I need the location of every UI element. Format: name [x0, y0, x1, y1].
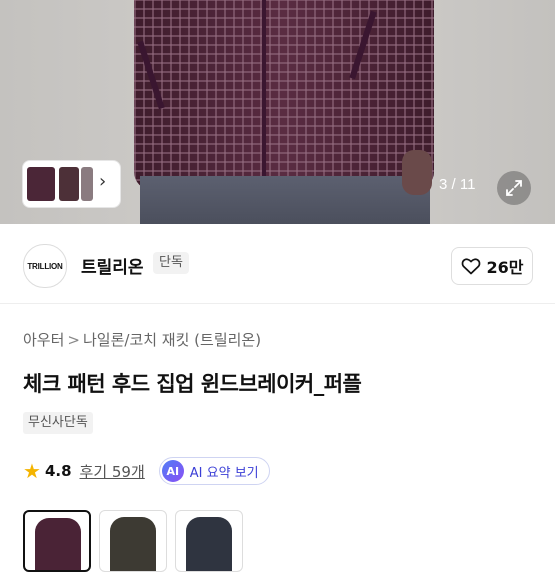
expand-button[interactable] [497, 171, 531, 205]
color-swatch[interactable] [99, 510, 167, 572]
brand-badge: 단독 [153, 252, 189, 274]
color-swatch[interactable] [23, 510, 91, 572]
thumbnail-image[interactable] [27, 167, 55, 201]
swatch-image [186, 517, 232, 571]
color-swatch[interactable] [175, 510, 243, 572]
swatch-image [110, 517, 156, 571]
image-counter: 3 / 11 [439, 176, 476, 193]
product-photo-jeans [140, 176, 430, 224]
breadcrumb-separator: > [67, 331, 80, 349]
breadcrumb: 아우터 > 나일론/코치 재킷 (트릴리온) [23, 329, 261, 350]
brand-logo[interactable]: TRILLION [23, 244, 67, 288]
color-swatches [23, 510, 243, 572]
ai-summary-label: AI 요약 보기 [189, 465, 259, 481]
star-icon: ★ [23, 459, 41, 483]
exclusive-tag: 무신사단독 [23, 412, 93, 434]
swatch-image [35, 518, 81, 570]
ai-icon: AI [161, 460, 184, 482]
breadcrumb-item[interactable]: 나일론/코치 재킷 (트릴리온) [83, 331, 261, 349]
product-title: 체크 패턴 후드 집업 윈드브레이커_퍼플 [23, 372, 362, 396]
heart-outline-icon [461, 258, 480, 275]
jacket-zipper [262, 0, 266, 190]
brand-name[interactable]: 트릴리온 [81, 253, 144, 278]
thumbnail-strip[interactable]: › [22, 160, 121, 208]
chevron-right-icon[interactable]: › [99, 171, 106, 192]
rating-row: ★ 4.8 후기 59개 AI AI 요약 보기 [23, 457, 270, 485]
product-photo-jacket [134, 0, 434, 190]
ai-summary-button[interactable]: AI AI 요약 보기 [158, 457, 270, 485]
product-image-gallery[interactable]: › 3 / 11 [0, 0, 555, 224]
thumbnail-image[interactable] [81, 167, 93, 201]
rating-score: 4.8 [44, 462, 72, 480]
expand-icon [506, 180, 522, 196]
breadcrumb-item[interactable]: 아우터 [23, 331, 64, 349]
brand-logo-text: TRILLION [27, 261, 63, 271]
reviews-link[interactable]: 후기 59개 [80, 461, 145, 482]
product-photo-hand [402, 150, 432, 195]
thumbnail-image[interactable] [59, 167, 79, 201]
like-count: 26만 [486, 258, 524, 277]
section-divider [0, 303, 555, 304]
like-button[interactable]: 26만 [451, 247, 533, 285]
brand-row: TRILLION 트릴리온 단독 26만 [0, 224, 555, 304]
